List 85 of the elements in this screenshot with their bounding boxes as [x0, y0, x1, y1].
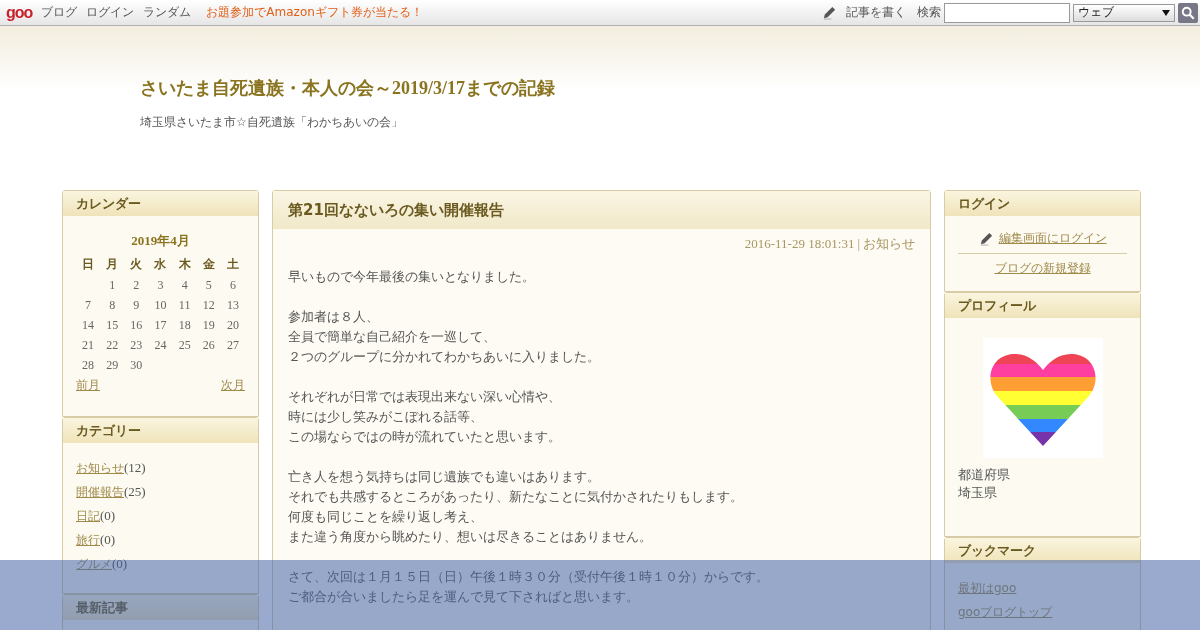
calendar-day: 25 [172, 335, 197, 355]
calendar-day: 4 [172, 275, 197, 295]
search-label: 検索 [917, 4, 941, 21]
panel-heading: 最新記事 [63, 595, 258, 620]
category-count: (0) [100, 532, 116, 547]
search-button[interactable] [1178, 2, 1198, 23]
calendar-day: 19 [196, 315, 221, 335]
calendar-day: 8 [100, 295, 125, 315]
panel-heading: ログイン [945, 191, 1140, 216]
pencil-icon [822, 5, 837, 20]
bookmark-link[interactable]: gooブログトップ [958, 605, 1053, 619]
calendar-day: 5 [196, 275, 221, 295]
calendar-day: 12 [196, 295, 221, 315]
nav-link[interactable]: ログイン [86, 4, 135, 21]
category-link[interactable]: 日記 [76, 509, 100, 523]
category-count: (0) [100, 508, 116, 523]
calendar-day: 27 [220, 335, 245, 355]
calendar-day: 6 [220, 275, 245, 295]
promo-link[interactable]: お題参加でAmazonギフト券が当たる！ [206, 4, 423, 21]
write-link[interactable]: 記事を書く [846, 4, 906, 21]
weekday-label: 土 [225, 256, 240, 273]
calendar-day: 29 [100, 355, 125, 375]
blog-title[interactable]: さいたま自死遺族・本人の会～2019/3/17までの記録 [140, 76, 555, 100]
calendar-day: 22 [100, 335, 125, 355]
scope-dropdown[interactable]: ウェブ [1073, 3, 1175, 22]
calendar-day: 13 [220, 295, 245, 315]
calendar-day: 26 [196, 335, 221, 355]
weekday-label: 日 [81, 256, 96, 273]
calendar-day: 14 [76, 315, 101, 335]
calendar-day: 16 [124, 315, 149, 335]
category-link[interactable]: お知らせ [76, 461, 124, 475]
calendar-day: 21 [76, 335, 101, 355]
next-month-link[interactable]: 次月 [221, 377, 245, 394]
caret-icon [1162, 9, 1170, 16]
calendar-day: 9 [124, 295, 149, 315]
calendar-day: 24 [148, 335, 173, 355]
weekday-label: 月 [105, 256, 120, 273]
pencil-icon [978, 231, 994, 246]
category-count: (12) [124, 460, 146, 475]
panel-heading: ブックマーク [945, 538, 1140, 563]
calendar-day: 23 [124, 335, 149, 355]
calendar-day: 15 [100, 315, 125, 335]
panel-heading: カレンダー [63, 191, 258, 216]
panel-heading: プロフィール [945, 293, 1140, 318]
article-paragraph: 早いもので今年最後の集いとなりました。 [288, 268, 536, 286]
category-link[interactable]: お知らせ [863, 236, 915, 251]
category-link[interactable]: グルメ [76, 557, 112, 571]
weekday-label: 水 [153, 256, 168, 273]
calendar-day: 11 [172, 295, 197, 315]
calendar-month: 2019年4月 [130, 232, 191, 250]
profile-text: 都道府県 埼玉県 [958, 466, 1011, 502]
calendar-day: 10 [148, 295, 173, 315]
nav-link[interactable]: ランダム [143, 4, 192, 21]
post-date: 2016-11-29 18:01:31 [744, 236, 855, 251]
article-paragraph: さて、次回は１月１５日（日）午後１時３０分（受付午後１時１０分）からです。 ご都合が合いましたら足を運んで見て下さればと思います。 [288, 568, 770, 606]
goo-logo[interactable]: goo [6, 3, 33, 22]
panel-heading: カテゴリー [63, 418, 258, 443]
calendar-day: 3 [148, 275, 173, 295]
search-field[interactable] [944, 2, 1070, 23]
calendar-day: 2 [124, 275, 149, 295]
category-link[interactable]: 開催報告 [76, 485, 124, 499]
category-count: (25) [124, 484, 146, 499]
bookmark-link[interactable]: 最初はgoo [958, 581, 1017, 595]
separator: | [857, 236, 860, 251]
weekday-label: 火 [129, 256, 144, 273]
calendar-day: 30 [124, 355, 149, 375]
article-title: 第21回なないろの集い開催報告 [273, 191, 930, 229]
calendar-day: 17 [148, 315, 173, 335]
login-link[interactable]: 編集画面にログイン [998, 230, 1107, 247]
article-paragraph: 参加者は８人、 全員で簡単な自己紹介を一巡して、 ２つのグループに分かれてわかちあいに入りました。 [288, 308, 601, 366]
article-paragraph: 亡き人を想う気持ちは同じ遺族でも違いはあります。 それでも共感するところがあったり、新たなことに気付かされたりもします。 何度も同じことを繰り返し考え、 また違う角度から眺めたり、想いは尽きることはありません。 [288, 468, 744, 546]
calendar-day: 28 [76, 355, 101, 375]
calendar-day: 1 [100, 275, 125, 295]
article-paragraph: それぞれが日常では表現出来ない深い心情や、 時には少し笑みがこぼれる話等、 この場ならではの時が流れていたと思います。 [288, 388, 562, 446]
blog-subtitle: 埼玉県さいたま市☆自死遺族「わかちあいの会」 [140, 114, 404, 131]
weekday-label: 木 [177, 256, 192, 273]
calendar-day: 20 [220, 315, 245, 335]
calendar-day: 18 [172, 315, 197, 335]
calendar-day: 7 [76, 295, 101, 315]
weekday-label: 金 [201, 256, 216, 273]
prev-month-link[interactable]: 前月 [76, 377, 100, 394]
category-link[interactable]: 旅行 [76, 533, 100, 547]
category-count: (0) [112, 556, 128, 571]
register-link[interactable]: ブログの新規登録 [994, 260, 1091, 277]
nav-link[interactable]: ブログ [41, 4, 78, 21]
